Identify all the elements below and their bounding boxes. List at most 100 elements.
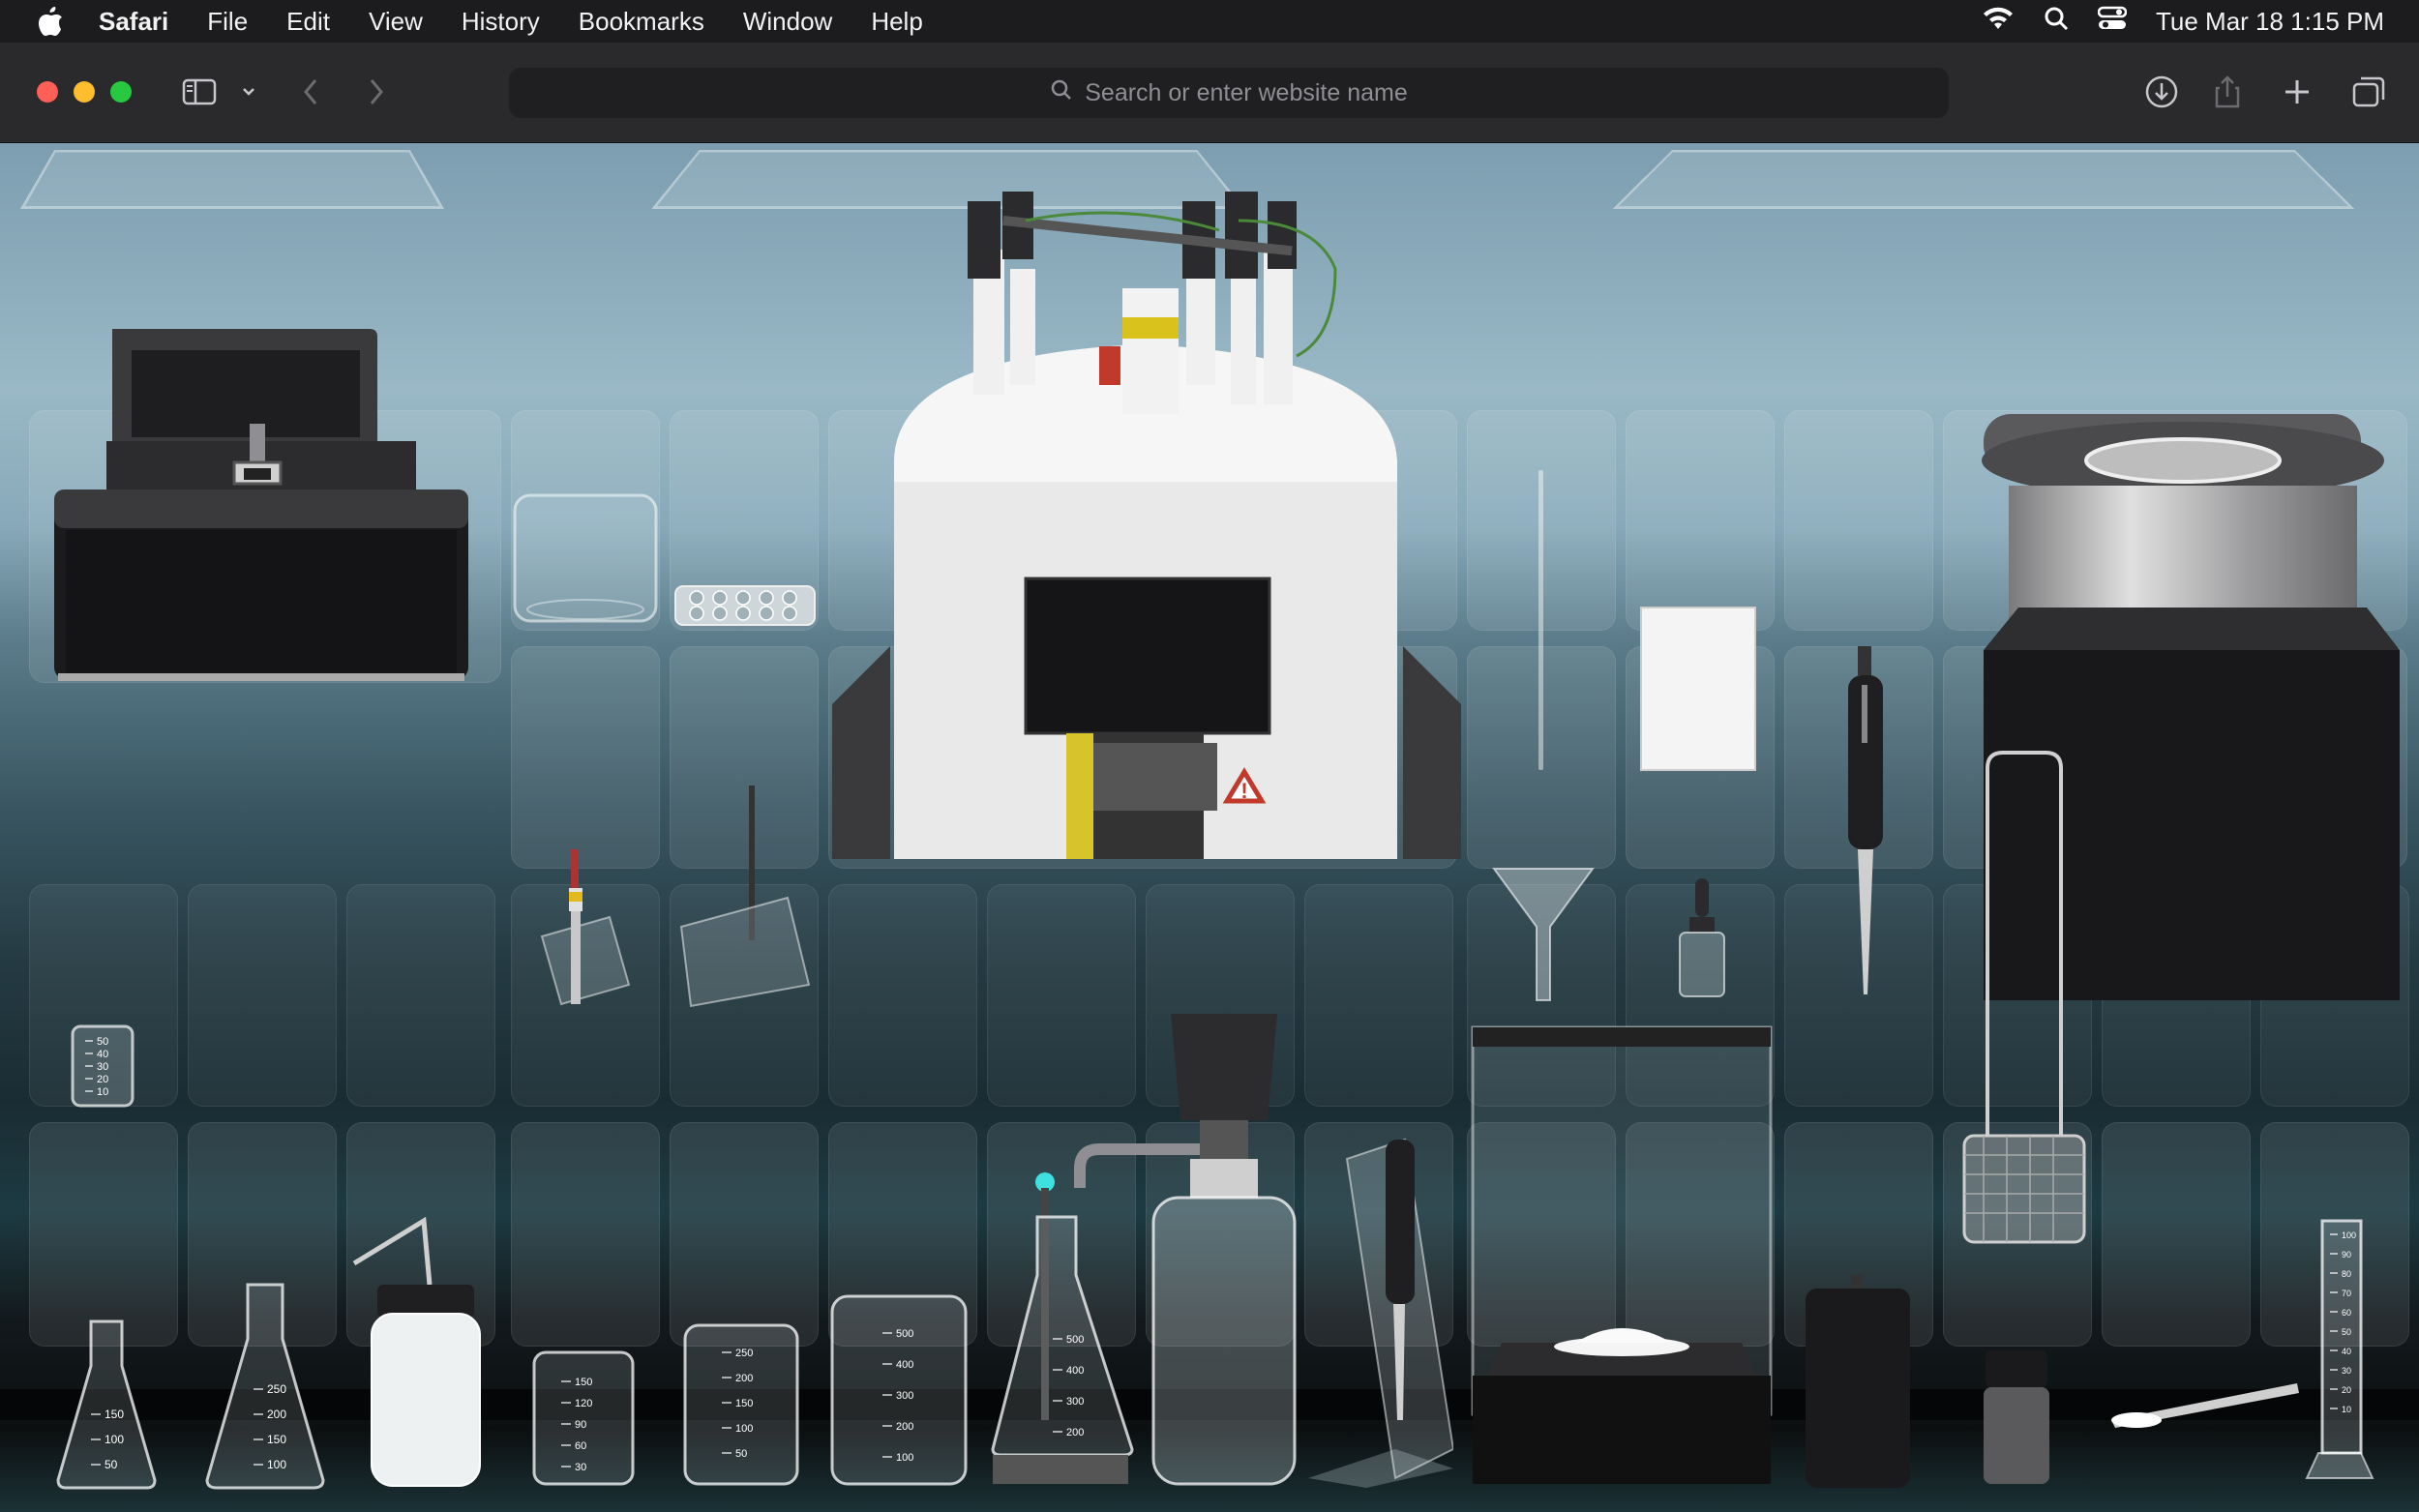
filter-paper[interactable] — [1637, 604, 1759, 774]
electrode-stand[interactable] — [672, 782, 819, 1014]
warning-symbol: ! — [1240, 779, 1247, 803]
wire-basket[interactable] — [1958, 749, 2090, 1252]
graduation-label: 40 — [97, 1049, 108, 1060]
share-icon[interactable] — [2210, 70, 2245, 114]
graduation-label: 50 — [105, 1458, 118, 1471]
menu-file[interactable]: File — [207, 7, 248, 37]
well-plate[interactable] — [672, 578, 819, 637]
wifi-icon[interactable] — [1982, 6, 2015, 38]
spotlight-search-icon[interactable] — [2044, 6, 2069, 38]
menu-history[interactable]: History — [462, 7, 540, 37]
graduation-label: 100 — [896, 1452, 913, 1464]
search-icon — [1050, 78, 1073, 108]
menu-clock[interactable]: Tue Mar 18 1:15 PM — [2156, 7, 2384, 37]
shelf-slot — [2102, 1122, 2251, 1347]
graduation-label: 10 — [97, 1086, 108, 1098]
address-bar[interactable]: Search or enter website name — [509, 68, 1949, 118]
graduation-label: 100 — [2342, 1230, 2356, 1240]
shelf-slot — [670, 1122, 819, 1347]
forward-icon[interactable] — [362, 70, 391, 114]
small-beaker-50ml[interactable]: 5040302010 — [70, 1023, 137, 1111]
spectrophotometer[interactable] — [48, 327, 474, 685]
graduation-label: 20 — [97, 1074, 108, 1085]
back-icon[interactable] — [296, 70, 325, 114]
graduation-label: 250 — [735, 1348, 753, 1359]
graduation-label: 60 — [2342, 1308, 2351, 1318]
shelf-slot — [511, 1122, 660, 1347]
shelf-slot — [188, 884, 337, 1107]
graduation-label: 100 — [735, 1423, 753, 1435]
glass-beaker[interactable] — [511, 491, 660, 627]
close-window-button[interactable] — [37, 81, 58, 103]
pipette-in-stand[interactable] — [1308, 1120, 1453, 1488]
shelf-slot — [511, 646, 660, 869]
virtual-lab-scene: ! 50 40 30 20 10 150 100 50 250 200 150 … — [0, 143, 2419, 1512]
graduation-label: 300 — [896, 1390, 913, 1402]
beaker-250ml[interactable]: 250 200 150 100 50 — [681, 1321, 801, 1488]
graduation-label: 100 — [105, 1433, 124, 1446]
address-placeholder: Search or enter website name — [1085, 78, 1408, 106]
spatula[interactable] — [2107, 1378, 2301, 1436]
graduation-label: 150 — [267, 1433, 286, 1446]
erlenmeyer-flask-small[interactable]: 150 100 50 — [54, 1318, 159, 1492]
graduation-label: 150 — [575, 1377, 592, 1388]
shelf-slot — [1304, 884, 1453, 1107]
graduation-label: 500 — [896, 1328, 913, 1340]
menu-safari[interactable]: Safari — [99, 7, 168, 37]
graduation-label: 200 — [896, 1421, 913, 1433]
menu-bookmarks[interactable]: Bookmarks — [579, 7, 704, 37]
vacuum-filtration-setup[interactable] — [1045, 1004, 1306, 1488]
menu-view[interactable]: View — [369, 7, 423, 37]
graduation-label: 30 — [575, 1462, 586, 1473]
zoom-window-button[interactable] — [110, 81, 132, 103]
menu-help[interactable]: Help — [871, 7, 922, 37]
graduation-label: 80 — [2342, 1269, 2351, 1279]
graduation-label: 50 — [735, 1448, 747, 1460]
dark-reagent-bottle[interactable] — [1800, 1275, 1916, 1492]
menu-bar: Safari File Edit View History Bookmarks … — [0, 0, 2419, 43]
graduation-label: 40 — [2342, 1347, 2351, 1356]
glass-funnel[interactable] — [1490, 859, 1597, 1004]
shelf-slot — [1626, 410, 1775, 631]
tab-overview-icon[interactable] — [2349, 70, 2388, 114]
small-jar[interactable] — [1980, 1347, 2053, 1488]
shelf-slot — [1784, 410, 1933, 631]
menu-edit[interactable]: Edit — [286, 7, 330, 37]
graduation-label: 70 — [2342, 1289, 2351, 1298]
control-center-icon[interactable] — [2097, 6, 2128, 38]
safari-toolbar: Search or enter website name — [0, 43, 2419, 143]
minimize-window-button[interactable] — [74, 81, 95, 103]
wash-bottle[interactable] — [348, 1217, 484, 1490]
graduation-label: 100 — [267, 1458, 286, 1471]
micropipette[interactable] — [1835, 646, 1896, 994]
test-tube-stand[interactable] — [523, 849, 648, 1014]
downloads-icon[interactable] — [2142, 70, 2181, 114]
erlenmeyer-flask-large[interactable]: 250 200 150 100 — [203, 1281, 327, 1492]
graduation-label: 200 — [735, 1373, 753, 1384]
graduation-label: 10 — [2342, 1405, 2351, 1414]
shelf-slot — [29, 1122, 178, 1347]
graduation-label: 30 — [2342, 1366, 2351, 1376]
ceiling-light — [1612, 150, 2355, 210]
beaker-500ml[interactable]: 500 400 300 200 100 — [828, 1292, 970, 1488]
sidebar-toggle-icon[interactable] — [178, 70, 221, 114]
graduation-label: 150 — [735, 1398, 753, 1409]
nmr-spectrometer[interactable]: ! — [832, 163, 1461, 878]
graduation-label: 50 — [97, 1036, 108, 1048]
graduation-label: 120 — [575, 1398, 592, 1409]
dropper-bottle[interactable] — [1668, 875, 1736, 1000]
beaker-150ml[interactable]: 150 120 90 60 30 — [530, 1349, 637, 1488]
graduation-label: 90 — [2342, 1250, 2351, 1260]
graduation-label: 30 — [97, 1061, 108, 1073]
apple-menu-icon[interactable] — [37, 5, 66, 38]
menu-window[interactable]: Window — [743, 7, 832, 37]
balance-enclosure[interactable] — [1469, 1023, 1775, 1488]
chevron-down-icon[interactable] — [236, 70, 261, 114]
new-tab-icon[interactable] — [2280, 70, 2314, 114]
graduation-label: 60 — [575, 1440, 586, 1452]
graduated-cylinder[interactable]: 100 90 80 70 60 50 40 30 20 10 — [2303, 1217, 2376, 1488]
ceiling-light — [19, 150, 445, 210]
graduation-label: 50 — [2342, 1327, 2351, 1337]
glass-rod[interactable] — [1537, 470, 1546, 770]
shelf-slot — [346, 884, 495, 1107]
